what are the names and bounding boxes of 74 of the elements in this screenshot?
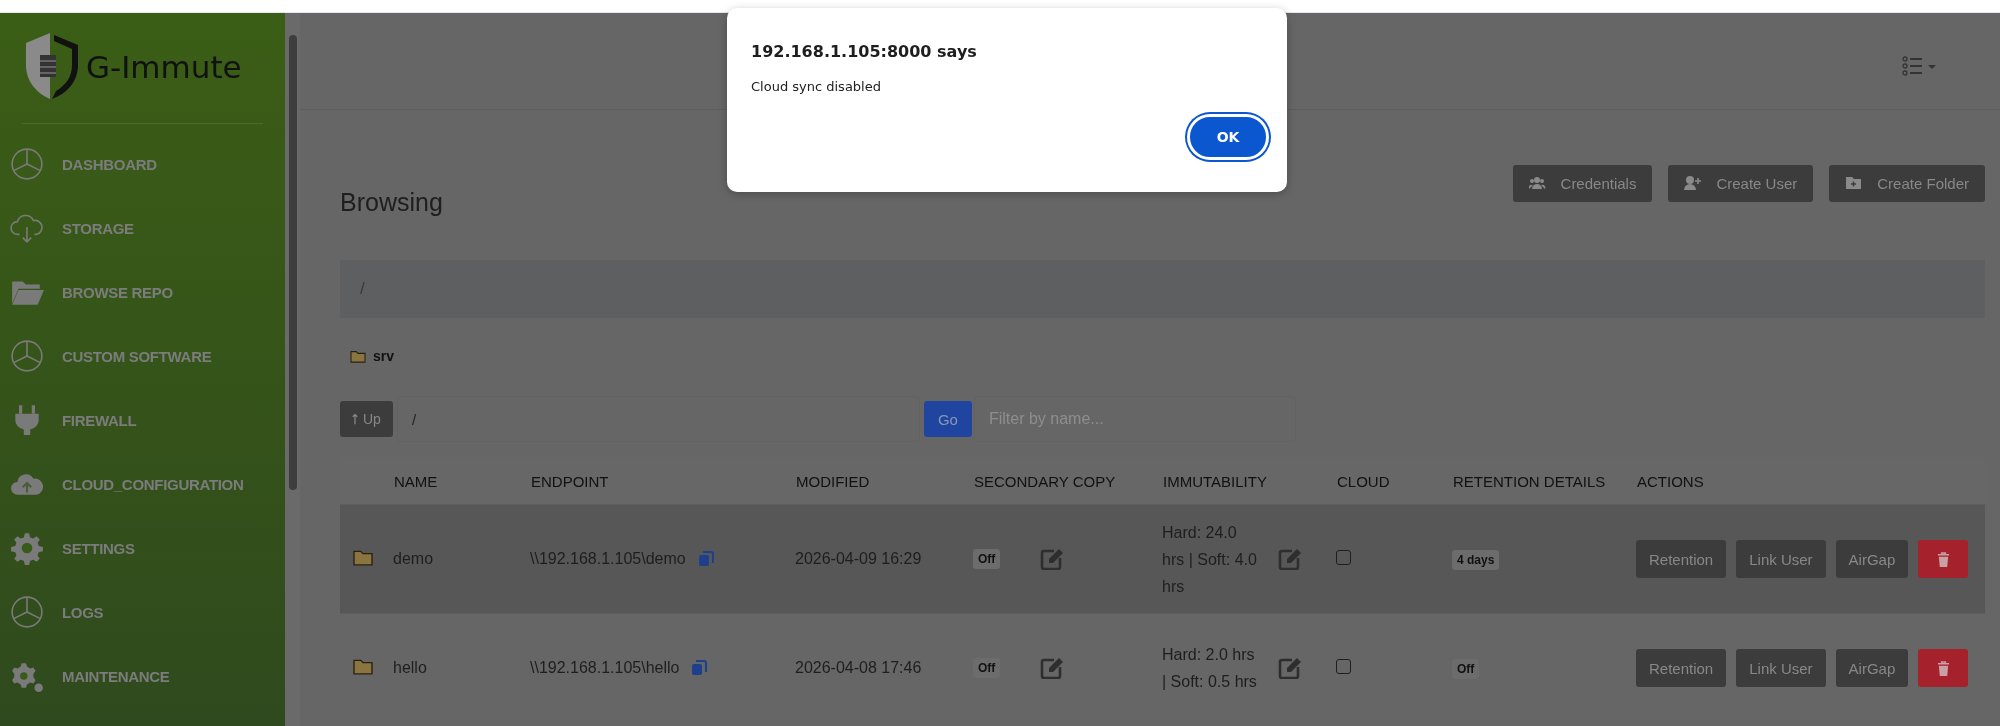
nav-item[interactable]: STORAGE bbox=[0, 196, 285, 260]
action-button[interactable]: Link User bbox=[1736, 540, 1826, 578]
nav-item[interactable]: SETTINGS bbox=[0, 516, 285, 580]
retention-badge: Off bbox=[1452, 659, 1480, 679]
nav-item[interactable]: DASHBOARD bbox=[0, 132, 285, 196]
pie-chart-icon bbox=[10, 147, 44, 181]
action-button[interactable]: Retention bbox=[1636, 540, 1727, 578]
column-header: RETENTION DETAILS bbox=[1452, 458, 1636, 505]
breadcrumb-path: / bbox=[360, 279, 365, 299]
column-header: SECONDARY COPY bbox=[973, 458, 1162, 505]
trash-icon bbox=[1936, 551, 1950, 567]
edit-icon[interactable] bbox=[1278, 657, 1302, 679]
delete-button[interactable] bbox=[1918, 649, 1969, 687]
action-button[interactable]: Retention bbox=[1636, 649, 1727, 687]
edit-icon[interactable] bbox=[1040, 548, 1065, 570]
action-button[interactable]: AirGap bbox=[1835, 540, 1909, 578]
scrollbar[interactable] bbox=[285, 13, 300, 726]
endpoint-text: \\192.168.1.105\demo bbox=[530, 550, 686, 568]
list-menu-icon[interactable] bbox=[1902, 56, 1938, 76]
endpoint-text: \\192.168.1.105\hello bbox=[530, 659, 680, 677]
action-button[interactable]: Link User bbox=[1736, 649, 1826, 687]
copy-icon[interactable] bbox=[691, 660, 708, 676]
table-row[interactable]: hello \\192.168.1.105\hello 2026-04-08 17:46 Off Hard: 2.0 hrs | Soft: 0.5 hrs Off Retention Link User AirGap bbox=[340, 613, 1985, 722]
gear-icon bbox=[10, 531, 44, 565]
nav-item[interactable]: BROWSE REPO bbox=[0, 260, 285, 324]
copy-icon[interactable] bbox=[697, 551, 714, 567]
trash-icon bbox=[1936, 660, 1950, 676]
status-badge: Off bbox=[973, 549, 1001, 569]
column-header: NAME bbox=[393, 458, 530, 505]
modified-cell: 2026-04-09 16:29 bbox=[795, 504, 973, 614]
action-button[interactable]: AirGap bbox=[1835, 649, 1909, 687]
edit-icon[interactable] bbox=[1278, 548, 1302, 570]
folder-link[interactable]: srv bbox=[350, 348, 395, 364]
header-button[interactable]: Create User bbox=[1668, 164, 1814, 202]
path-input[interactable]: / bbox=[396, 396, 920, 442]
edit-icon[interactable] bbox=[1040, 657, 1065, 679]
logo-text: G-Immute bbox=[86, 49, 242, 85]
immutability-text: Hard: 24.0 hrs | Soft: 4.0 hrs bbox=[1162, 522, 1258, 597]
folder-icon bbox=[350, 349, 366, 363]
dialog-message: Cloud sync disabled bbox=[751, 79, 882, 94]
header-button[interactable]: Create Folder bbox=[1829, 164, 1985, 202]
table-row[interactable]: demo \\192.168.1.105\demo 2026-04-09 16:29 Off Hard: 24.0 hrs | Soft: 4.0 hrs 4 days Retention Link User AirGap bbox=[340, 504, 1985, 614]
nav-item[interactable]: CUSTOM SOFTWARE bbox=[0, 324, 285, 388]
folder-icon bbox=[352, 657, 374, 675]
nav-item[interactable]: FIREWALL bbox=[0, 388, 285, 452]
status-badge: Off bbox=[973, 658, 1001, 678]
column-header: MODIFIED bbox=[795, 458, 973, 505]
name-cell: demo bbox=[393, 504, 530, 614]
cloud-checkbox[interactable] bbox=[1336, 658, 1351, 674]
nav-item[interactable]: LOGS bbox=[0, 580, 285, 644]
column-header: ENDPOINT bbox=[530, 458, 795, 505]
column-header: ACTIONS bbox=[1636, 458, 1985, 505]
header-button[interactable]: Credentials bbox=[1512, 164, 1653, 202]
nav-item[interactable]: MAINTENANCE bbox=[0, 644, 285, 708]
pie-chart-icon bbox=[10, 339, 44, 373]
cloud-checkbox[interactable] bbox=[1336, 549, 1351, 565]
up-arrow-icon bbox=[352, 413, 358, 425]
up-button[interactable]: Up bbox=[340, 401, 393, 437]
dialog-title: 192.168.1.105:8000 says bbox=[751, 42, 978, 61]
folder-icon bbox=[352, 548, 374, 566]
immutability-text: Hard: 2.0 hrs | Soft: 0.5 hrs bbox=[1162, 645, 1258, 692]
folder-plus-icon bbox=[1845, 175, 1864, 191]
scrollbar-thumb[interactable] bbox=[288, 35, 297, 490]
go-button[interactable]: Go bbox=[923, 401, 972, 437]
pie-chart-icon bbox=[10, 595, 44, 629]
delete-button[interactable] bbox=[1918, 540, 1969, 578]
retention-badge: 4 days bbox=[1452, 550, 1500, 570]
users-icon bbox=[1528, 175, 1547, 191]
column-header: IMMUTABILITY bbox=[1162, 458, 1336, 505]
user-plus-icon bbox=[1684, 175, 1703, 191]
page-title: Browsing bbox=[340, 187, 443, 217]
nav-item[interactable]: CLOUD_CONFIGURATION bbox=[0, 452, 285, 516]
ok-button[interactable]: OK bbox=[1187, 114, 1269, 160]
column-header: CLOUD bbox=[1336, 458, 1452, 505]
